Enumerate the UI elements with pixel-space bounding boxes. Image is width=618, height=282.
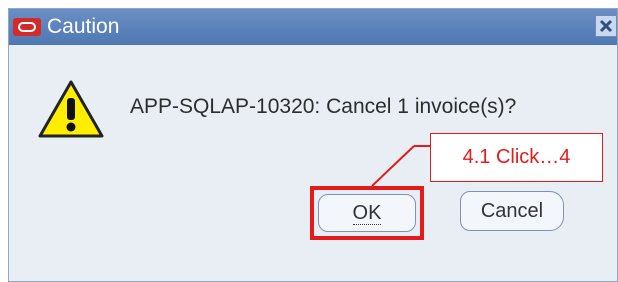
ok-button-label: OK [352,202,382,225]
ok-button[interactable]: OK [318,194,416,232]
instruction-callout: 4.1 Click…4 [430,133,603,182]
cancel-button-label: Cancel [480,200,544,222]
ok-highlight-box: OK [310,186,424,240]
cancel-button[interactable]: Cancel [460,191,564,231]
